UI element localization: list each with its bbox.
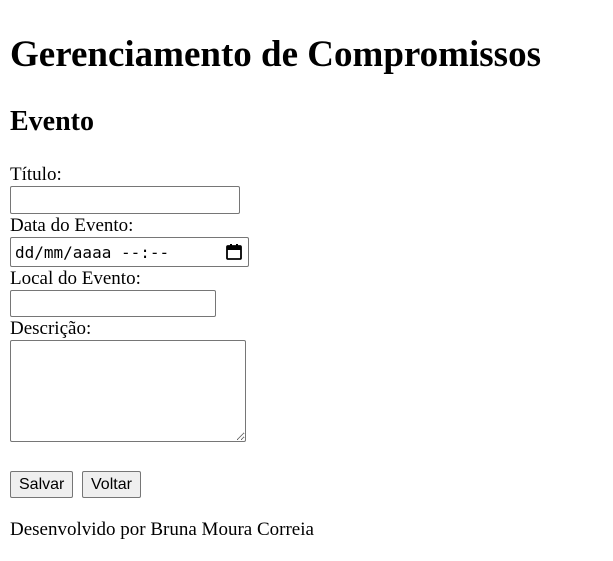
titulo-label: Título: xyxy=(10,164,62,185)
save-button[interactable]: Salvar xyxy=(10,471,74,498)
local-evento-label: Local do Evento: xyxy=(10,268,141,289)
titulo-input[interactable] xyxy=(10,186,240,214)
back-button[interactable]: Voltar xyxy=(82,471,141,498)
page-title: Gerenciamento de Compromissos xyxy=(10,34,541,75)
data-evento-label: Data do Evento: xyxy=(10,215,134,236)
footer-credit: Desenvolvido por Bruna Moura Correia xyxy=(10,519,314,540)
section-title: Evento xyxy=(10,106,94,137)
data-evento-input[interactable]: dd/mm/aaaa --:-- xyxy=(10,237,249,267)
descricao-label: Descrição: xyxy=(10,318,92,339)
data-evento-value: dd/mm/aaaa --:-- xyxy=(15,242,170,262)
calendar-icon[interactable] xyxy=(225,243,243,261)
descricao-textarea[interactable] xyxy=(10,340,246,442)
local-evento-input[interactable] xyxy=(10,290,216,317)
